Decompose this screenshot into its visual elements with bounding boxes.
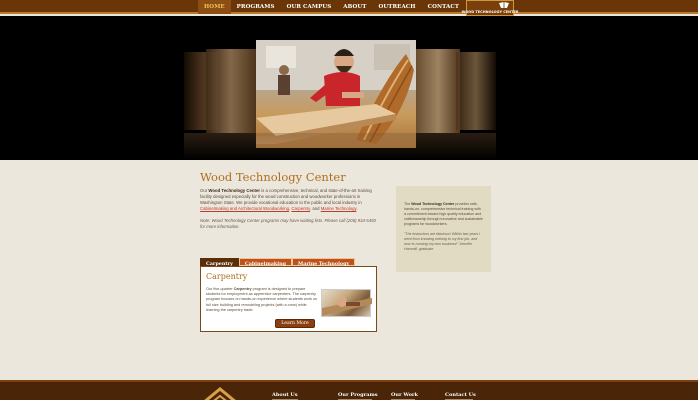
sidebar-info-box: The Wood Technology Center provides safe… bbox=[396, 186, 491, 272]
footer-contact-us[interactable]: Contact Us bbox=[445, 392, 476, 398]
intro-paragraph: Our Wood Technology Center is a comprehe… bbox=[200, 188, 380, 212]
tab-marine-technology[interactable]: Marine Technology bbox=[291, 258, 356, 267]
intro-bold: Wood Technology Center bbox=[208, 188, 261, 193]
carpentry-image bbox=[322, 297, 372, 316]
boat-logo-icon bbox=[499, 2, 509, 8]
link-carpentry[interactable]: Carpentry bbox=[291, 206, 310, 211]
hero-carousel bbox=[0, 16, 698, 160]
woodworker-photo bbox=[256, 40, 416, 144]
link-marine-technology[interactable]: Marine Technology bbox=[321, 206, 357, 211]
footer-logo-icon[interactable] bbox=[196, 387, 244, 400]
panel-description: Our five-quarter Carpentry program is de… bbox=[206, 287, 318, 313]
nav-programs[interactable]: PROGRAMS bbox=[231, 0, 281, 14]
carousel-slide[interactable] bbox=[456, 52, 496, 130]
sidebar-description: The Wood Technology Center provides safe… bbox=[404, 202, 483, 227]
main-nav: HOME PROGRAMS OUR CAMPUS ABOUT OUTREACH … bbox=[198, 0, 465, 14]
tab-panel: Carpentry Our five-quarter Carpentry pro… bbox=[200, 266, 377, 332]
carousel-slide[interactable] bbox=[206, 49, 256, 133]
nav-our-campus[interactable]: OUR CAMPUS bbox=[281, 0, 338, 14]
site-logo[interactable]: WOOD TECHNOLOGY CENTER bbox=[461, 0, 519, 16]
page-title: Wood Technology Center bbox=[200, 170, 346, 184]
waiting-list-note: Note: Wood Technology Center programs ma… bbox=[200, 218, 376, 229]
program-tabs: Carpentry Cabinetmaking Marine Technolog… bbox=[200, 258, 356, 267]
intro-end: . bbox=[356, 206, 358, 211]
panel-bold: Carpentry bbox=[233, 287, 252, 291]
carousel-slide[interactable] bbox=[416, 49, 460, 133]
main-content: Wood Technology Center Our Wood Technolo… bbox=[200, 170, 380, 230]
footer-about-us[interactable]: About Us bbox=[272, 392, 298, 398]
tab-carpentry[interactable]: Carpentry bbox=[200, 258, 239, 267]
sidebar-bold: Wood Technology Center bbox=[411, 202, 455, 206]
nav-home[interactable]: HOME bbox=[198, 0, 231, 14]
carousel-reflection bbox=[184, 133, 496, 160]
testimonial-quote: "The instructors are fabulous! Within tw… bbox=[404, 232, 481, 251]
nav-outreach[interactable]: OUTREACH bbox=[373, 0, 422, 14]
footer-our-work[interactable]: Our Work bbox=[391, 392, 418, 398]
link-cabinetmaking[interactable]: Cabinetmaking and Architectural Woodwork… bbox=[200, 206, 289, 211]
top-nav-bar: HOME PROGRAMS OUR CAMPUS ABOUT OUTREACH … bbox=[0, 0, 698, 16]
carpentry-photo bbox=[321, 289, 372, 317]
carousel-main-photo[interactable] bbox=[256, 40, 416, 148]
nav-about[interactable]: ABOUT bbox=[337, 0, 372, 14]
nav-contact[interactable]: CONTACT bbox=[422, 0, 465, 14]
intro-sep: , and bbox=[309, 206, 321, 211]
footer: About Us Our Programs Our Work Contact U… bbox=[0, 380, 698, 400]
tab-cabinetmaking[interactable]: Cabinetmaking bbox=[238, 258, 292, 267]
learn-more-button[interactable]: Learn More bbox=[275, 319, 315, 328]
footer-our-programs[interactable]: Our Programs bbox=[338, 392, 378, 398]
panel-title: Carpentry bbox=[206, 272, 248, 281]
panel-text: Our five-quarter bbox=[206, 287, 234, 291]
